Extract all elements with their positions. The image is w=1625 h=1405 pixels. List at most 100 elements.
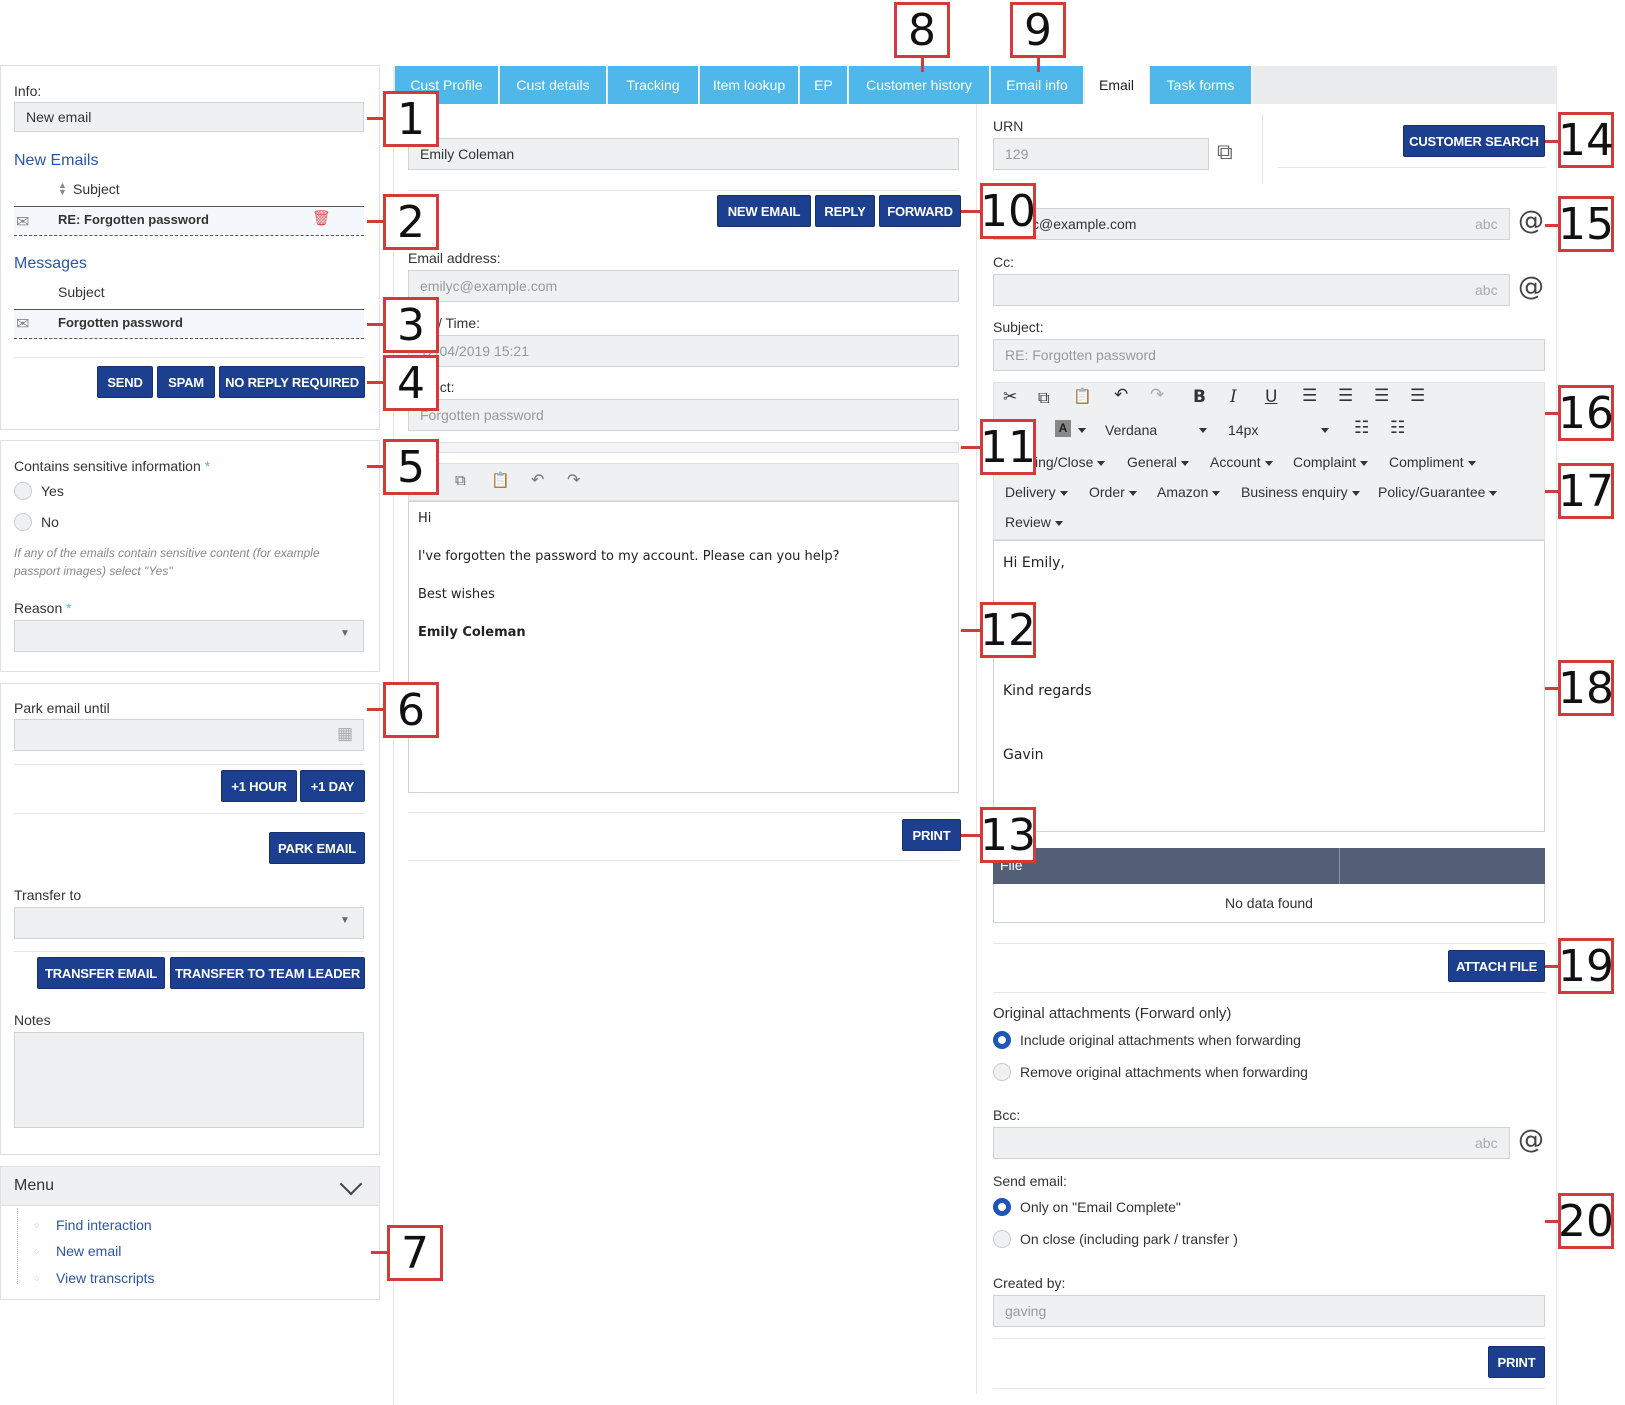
template-order[interactable]: Order: [1089, 484, 1137, 500]
italic-icon[interactable]: I: [1230, 387, 1237, 407]
template-complaint[interactable]: Complaint: [1293, 454, 1369, 470]
paste-icon[interactable]: 📋: [491, 471, 510, 489]
align-left-icon[interactable]: ☰: [1302, 386, 1317, 406]
template-compliment[interactable]: Compliment: [1389, 454, 1476, 470]
at-icon[interactable]: @: [1518, 1125, 1544, 1155]
messages-subject-header[interactable]: Subject: [58, 284, 105, 300]
forward-button[interactable]: FORWARD: [879, 195, 961, 227]
subject-field[interactable]: Forgotten password: [408, 399, 959, 431]
template-policy-guarantee[interactable]: Policy/Guarantee: [1378, 484, 1498, 500]
caret-icon[interactable]: [1199, 428, 1207, 433]
created-by-field[interactable]: gaving: [993, 1295, 1545, 1327]
tab-email[interactable]: Email: [1085, 66, 1149, 104]
callout-line: [1545, 1220, 1559, 1223]
redo-icon[interactable]: ↷: [1150, 385, 1164, 405]
callout-line: [1545, 687, 1559, 690]
urn-field[interactable]: 129: [993, 138, 1209, 170]
reply-button[interactable]: REPLY: [815, 195, 875, 227]
message-subject[interactable]: Forgotten password: [58, 315, 183, 330]
template-review[interactable]: Review: [1005, 514, 1063, 530]
print-reply-button[interactable]: PRINT: [1488, 1346, 1545, 1378]
cc-field[interactable]: [993, 274, 1510, 306]
tab-task-forms[interactable]: Task forms: [1150, 66, 1252, 104]
font-select[interactable]: Verdana: [1105, 422, 1157, 438]
template-business-enquiry[interactable]: Business enquiry: [1241, 484, 1360, 500]
menu-item-find-interaction[interactable]: Find interaction: [56, 1217, 152, 1233]
numbered-list-icon[interactable]: ☷: [1390, 418, 1405, 438]
transfer-email-button[interactable]: TRANSFER EMAIL: [37, 957, 165, 989]
reason-select[interactable]: [14, 620, 364, 652]
attach-file-button[interactable]: ATTACH FILE: [1448, 950, 1545, 982]
send-button[interactable]: SEND: [97, 366, 153, 398]
size-select[interactable]: 14px: [1228, 422, 1258, 438]
justify-icon[interactable]: ☰: [1410, 386, 1425, 406]
template-ending-close[interactable]: ing/Close: [1035, 454, 1106, 470]
park-email-button[interactable]: PARK EMAIL: [269, 832, 365, 864]
plus-hour-button[interactable]: +1 HOUR: [221, 770, 297, 802]
redo-icon[interactable]: ↷: [567, 470, 580, 489]
include-attachments-radio[interactable]: [993, 1031, 1011, 1049]
underline-icon[interactable]: U: [1265, 387, 1277, 407]
collapse-bar[interactable]: [408, 442, 959, 453]
font-color-icon[interactable]: A: [1055, 420, 1071, 437]
customer-search-button[interactable]: CUSTOMER SEARCH: [1403, 125, 1545, 157]
copy-icon[interactable]: ⧉: [455, 471, 466, 489]
copy-icon[interactable]: ⧉: [1217, 139, 1233, 165]
bold-icon[interactable]: B: [1193, 387, 1206, 407]
spam-button[interactable]: SPAM: [157, 366, 215, 398]
transfer-select[interactable]: [14, 907, 364, 939]
transfer-team-leader-button[interactable]: TRANSFER TO TEAM LEADER: [170, 957, 365, 989]
abc-icon[interactable]: abc: [1475, 216, 1498, 232]
tab-tracking[interactable]: Tracking: [608, 66, 699, 104]
only-on-complete-radio[interactable]: [993, 1198, 1011, 1216]
template-account[interactable]: Account: [1210, 454, 1273, 470]
park-date-field[interactable]: [14, 719, 364, 751]
on-close-radio[interactable]: [993, 1230, 1011, 1248]
tab-customer-history[interactable]: Customer history: [849, 66, 990, 104]
new-email-button[interactable]: NEW EMAIL: [717, 195, 811, 227]
no-radio[interactable]: [14, 513, 32, 531]
undo-icon[interactable]: ↶: [531, 470, 544, 489]
new-emails-subject-header[interactable]: Subject: [73, 181, 120, 197]
email-address-field[interactable]: emilyc@example.com: [408, 270, 959, 302]
yes-radio[interactable]: [14, 482, 32, 500]
to-field[interactable]: c@example.com: [993, 208, 1510, 240]
paste-icon[interactable]: 📋: [1073, 387, 1092, 405]
time-field[interactable]: 12/04/2019 15:21: [408, 335, 959, 367]
align-center-icon[interactable]: ☰: [1338, 386, 1353, 406]
cut-icon[interactable]: ✂: [1003, 387, 1017, 407]
tab-ep[interactable]: EP: [800, 66, 848, 104]
menu-item-new-email[interactable]: New email: [56, 1243, 121, 1259]
copy-icon[interactable]: ⧉: [1038, 388, 1049, 408]
calendar-icon[interactable]: ▦: [337, 724, 353, 744]
caret-icon[interactable]: [1078, 428, 1086, 433]
bcc-field[interactable]: [993, 1127, 1510, 1159]
template-delivery[interactable]: Delivery: [1005, 484, 1068, 500]
menu-item-view-transcripts[interactable]: View transcripts: [56, 1270, 155, 1286]
trash-icon[interactable]: 🗑: [312, 209, 331, 227]
tab-cust-details[interactable]: Cust details: [500, 66, 607, 104]
reply-subject-field[interactable]: RE: Forgotten password: [993, 339, 1545, 371]
menu-header[interactable]: [1, 1167, 379, 1206]
print-message-button[interactable]: PRINT: [902, 819, 961, 851]
sort-icon[interactable]: ▲ ▼: [58, 181, 67, 197]
no-reply-required-button[interactable]: NO REPLY REQUIRED: [219, 366, 365, 398]
info-field[interactable]: New email: [14, 102, 364, 132]
caret-icon[interactable]: [1321, 428, 1329, 433]
name-field[interactable]: Emily Coleman: [408, 138, 959, 170]
abc-icon[interactable]: abc: [1475, 282, 1498, 298]
undo-icon[interactable]: ↶: [1114, 385, 1128, 405]
align-right-icon[interactable]: ☰: [1374, 386, 1389, 406]
notes-textarea[interactable]: [14, 1032, 364, 1128]
bullet-list-icon[interactable]: ☷: [1354, 418, 1369, 438]
template-amazon[interactable]: Amazon: [1157, 484, 1221, 500]
new-email-subject[interactable]: RE: Forgotten password: [58, 212, 209, 227]
at-icon[interactable]: @: [1518, 272, 1544, 302]
at-icon[interactable]: @: [1518, 206, 1544, 236]
tab-item-lookup[interactable]: Item lookup: [700, 66, 799, 104]
template-general[interactable]: General: [1127, 454, 1189, 470]
plus-day-button[interactable]: +1 DAY: [300, 770, 365, 802]
abc-icon[interactable]: abc: [1475, 1135, 1498, 1151]
remove-attachments-radio[interactable]: [993, 1063, 1011, 1081]
message-body[interactable]: [408, 501, 959, 793]
